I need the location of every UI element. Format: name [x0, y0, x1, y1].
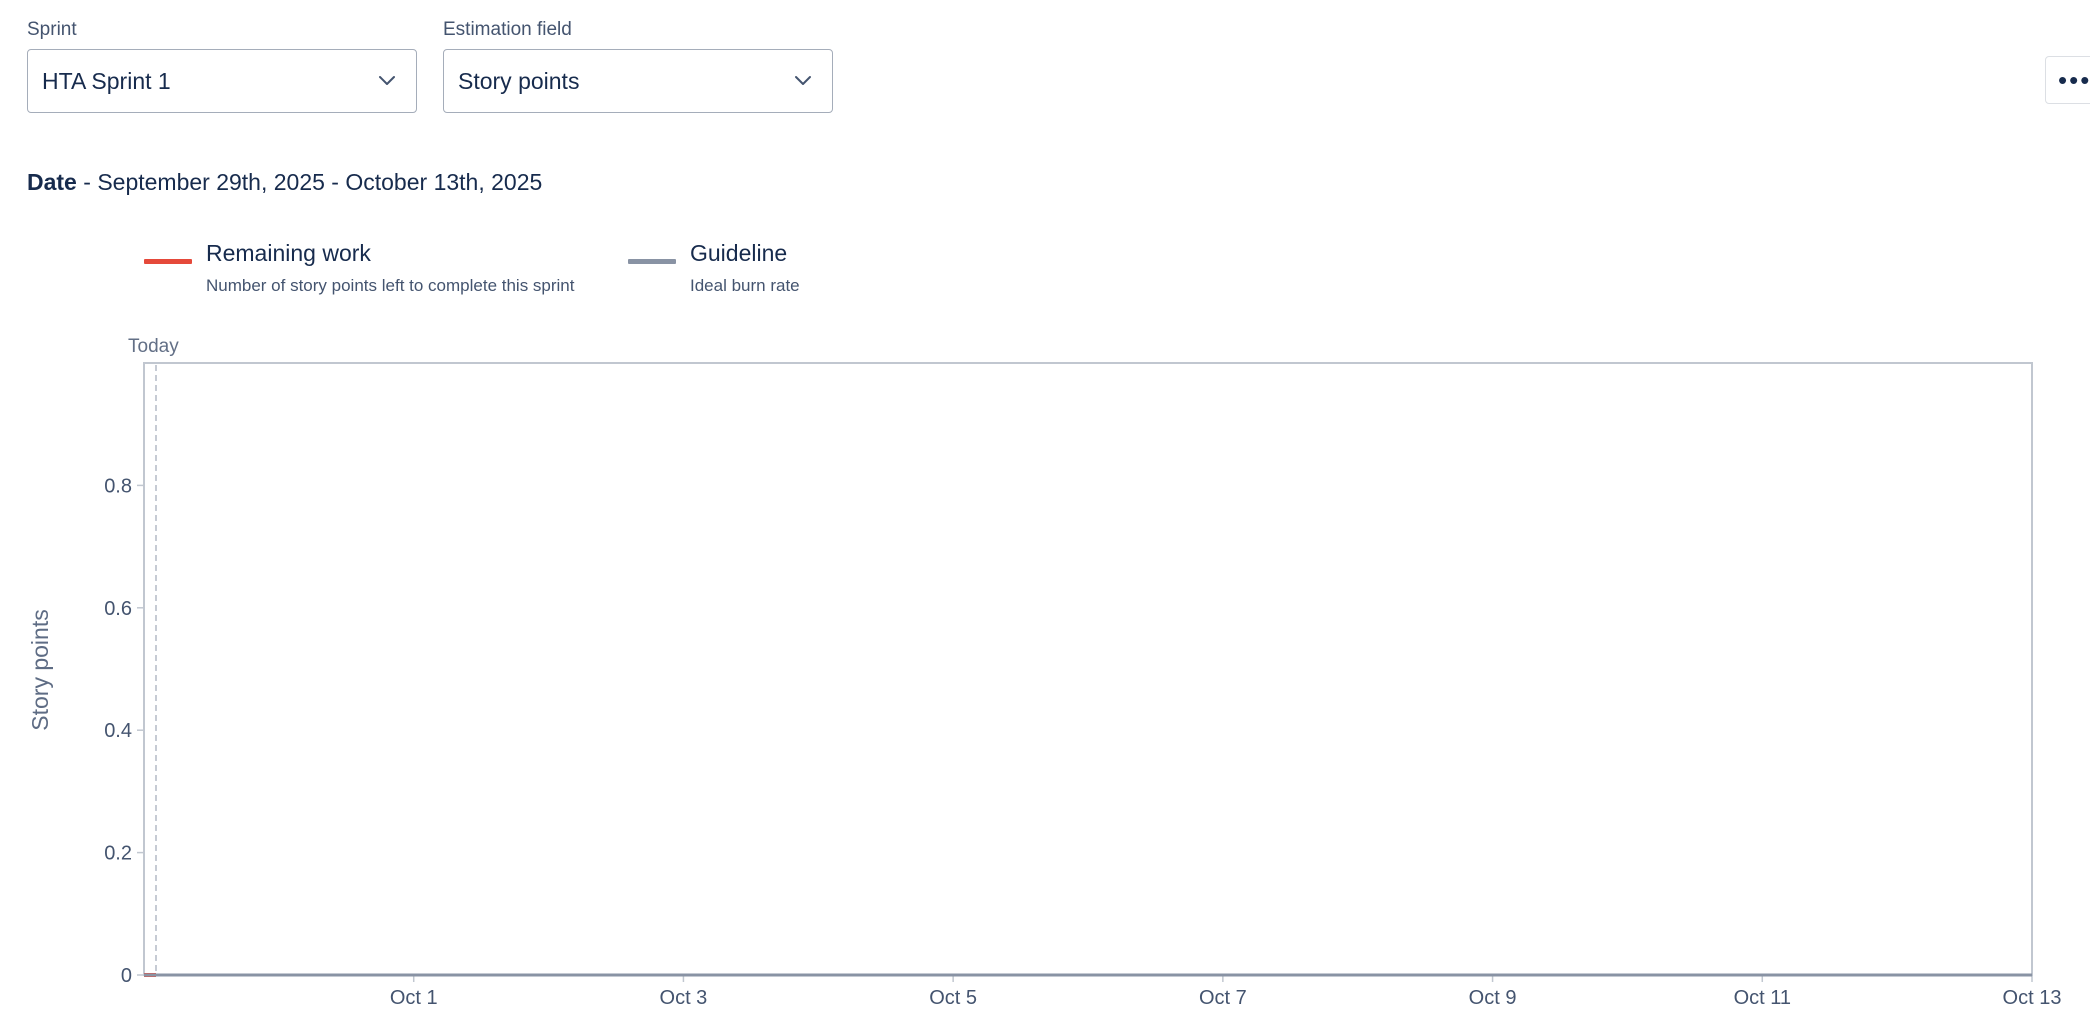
chevron-down-icon	[792, 70, 814, 92]
date-range-value: September 29th, 2025 - October 13th, 202…	[97, 169, 543, 195]
legend-swatch-guideline	[628, 259, 676, 264]
x-tick-label: Oct 13	[2003, 987, 2062, 1009]
legend-swatch-remaining-work	[144, 259, 192, 264]
burndown-chart: Story points Today 0 0.2 0.4 0.6 0.8 Oct 1 Oct…	[27, 336, 2062, 1009]
x-tick-label: Oct 9	[1469, 987, 1517, 1009]
more-icon: •••	[2058, 64, 2090, 95]
y-tick-label: 0.6	[104, 598, 132, 620]
x-tick-label: Oct 3	[660, 987, 708, 1009]
more-options-button[interactable]: •••	[2045, 56, 2090, 104]
legend-desc-remaining-work: Number of story points left to complete …	[206, 276, 575, 295]
legend-desc-guideline: Ideal burn rate	[690, 276, 800, 295]
y-tick-label: 0.2	[104, 843, 132, 865]
y-tick-label: 0.4	[104, 720, 132, 742]
legend-title-remaining-work: Remaining work	[206, 240, 371, 266]
date-separator: -	[76, 169, 98, 195]
estimation-select-value: Story points	[458, 67, 580, 94]
sprint-label: Sprint	[27, 19, 77, 40]
y-tick-label: 0.8	[104, 475, 132, 497]
legend-title-guideline: Guideline	[690, 240, 788, 266]
estimation-field-label: Estimation field	[443, 19, 572, 40]
x-tick-label: Oct 11	[1734, 987, 1791, 1009]
estimation-field-select[interactable]: Story points	[443, 49, 833, 113]
date-label: Date	[27, 169, 77, 195]
x-tick-label: Oct 1	[390, 987, 438, 1009]
today-label: Today	[128, 336, 179, 357]
y-axis-label: Story points	[27, 609, 53, 730]
x-tick-label: Oct 5	[929, 987, 977, 1009]
date-range: Date - September 29th, 2025 - October 13…	[27, 169, 542, 196]
plot-frame	[143, 362, 2033, 976]
y-tick-label: 0	[121, 965, 132, 987]
sprint-select[interactable]: HTA Sprint 1	[27, 49, 417, 113]
sprint-select-value: HTA Sprint 1	[42, 67, 171, 94]
x-tick-label: Oct 7	[1199, 987, 1247, 1009]
chevron-down-icon	[376, 70, 398, 92]
